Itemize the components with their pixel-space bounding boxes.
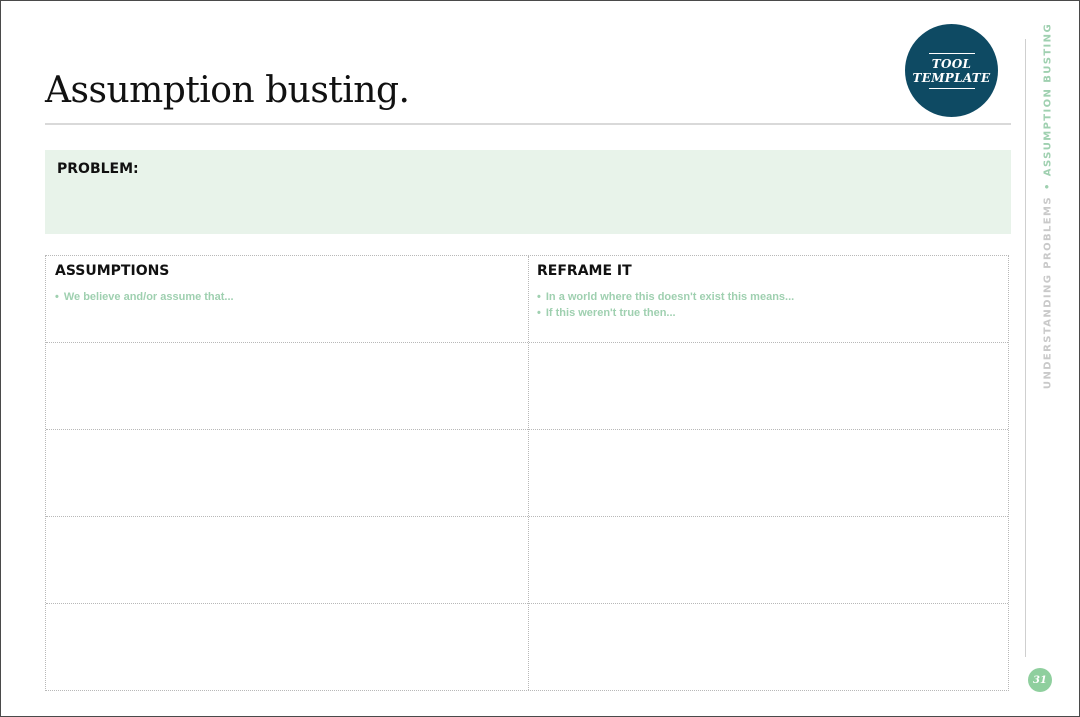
section-separator: • — [1042, 182, 1054, 190]
row-divider — [46, 429, 1008, 430]
assumptions-heading: ASSUMPTIONS — [55, 263, 170, 279]
assumptions-hints: We believe and/or assume that... — [55, 289, 234, 305]
tool-template-badge: TOOL TEMPLATE — [905, 24, 998, 117]
reframe-hint: In a world where this doesn't exist this… — [537, 289, 794, 305]
badge-bottom-rule — [928, 87, 975, 89]
section-tab: UNDERSTANDING PROBLEMS • ASSUMPTION BUSTIN… — [1043, 23, 1054, 389]
assumptions-table: ASSUMPTIONS We believe and/or assume tha… — [45, 255, 1009, 691]
reframe-hints: In a world where this doesn't exist this… — [537, 289, 794, 321]
row-divider — [46, 516, 1008, 517]
section-name: UNDERSTANDING PROBLEMS — [1042, 195, 1054, 390]
badge-top-rule — [928, 52, 975, 54]
page-number: 31 — [1028, 668, 1052, 692]
badge-line-1: TOOL — [931, 56, 972, 71]
title-divider — [45, 123, 1011, 125]
reframe-heading: REFRAME IT — [537, 263, 632, 279]
reframe-hint: If this weren't true then... — [537, 305, 794, 321]
row-divider — [46, 603, 1008, 604]
row-divider — [46, 342, 1008, 343]
topic-name: ASSUMPTION BUSTING — [1042, 22, 1054, 177]
worksheet-page: Assumption busting. TOOL TEMPLATE PROBLE… — [0, 0, 1080, 717]
assumptions-hint: We believe and/or assume that... — [55, 289, 234, 305]
problem-label: PROBLEM: — [57, 161, 139, 177]
sidebar-divider — [1025, 39, 1026, 657]
problem-field[interactable]: PROBLEM: — [45, 150, 1011, 234]
badge-line-2: TEMPLATE — [912, 70, 991, 85]
page-title: Assumption busting. — [45, 70, 410, 111]
column-divider — [528, 256, 529, 690]
